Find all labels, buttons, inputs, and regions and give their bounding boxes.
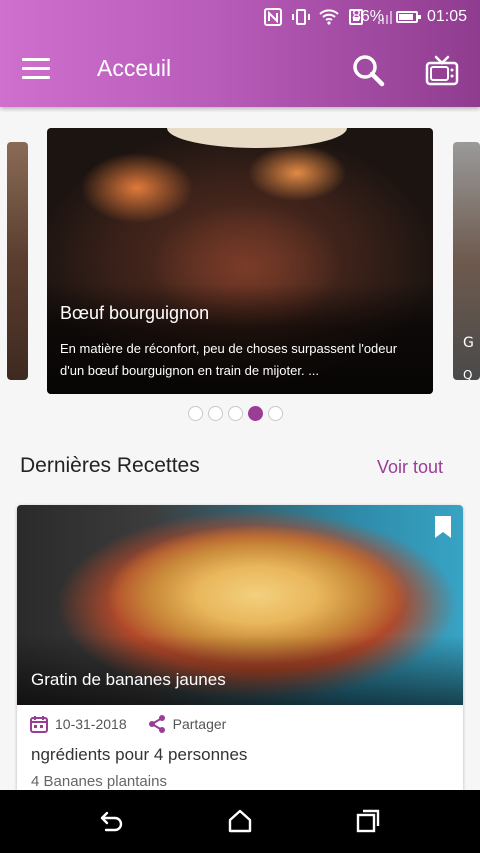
back-icon[interactable]	[98, 807, 126, 835]
nfc-icon	[263, 8, 283, 26]
clock: 01:05	[427, 8, 468, 25]
recipe-ingredient-line: 4 Bananes plantains	[31, 773, 167, 790]
status-bar: 86% 01:05	[0, 0, 480, 34]
search-icon[interactable]	[350, 52, 386, 88]
carousel-indicator	[188, 406, 283, 421]
battery-percent: 86%	[352, 8, 385, 25]
recipe-date: 10-31-2018	[55, 716, 127, 732]
battery-icon	[396, 11, 421, 23]
carousel-dot-active[interactable]	[248, 406, 263, 421]
recents-icon[interactable]	[354, 807, 382, 835]
section-title: Dernières Recettes	[20, 454, 200, 477]
featured-carousel[interactable]: Bœuf bourguignon En matière de réconfort…	[0, 107, 480, 437]
carousel-slide[interactable]: Bœuf bourguignon En matière de réconfort…	[47, 128, 433, 394]
carousel-dot[interactable]	[188, 406, 203, 421]
home-icon[interactable]	[226, 807, 254, 835]
bookmark-icon[interactable]	[433, 515, 453, 539]
share-label: Partager	[172, 716, 227, 732]
recipe-meta: 10-31-2018 Partager	[29, 714, 226, 734]
carousel-dot[interactable]	[228, 406, 243, 421]
tv-icon[interactable]	[424, 52, 460, 88]
slide-description: En matière de réconfort, peu de choses s…	[60, 341, 398, 378]
vibrate-icon	[291, 8, 311, 26]
share-icon	[147, 714, 167, 734]
plate-image	[167, 128, 347, 148]
share-button[interactable]: Partager	[147, 714, 227, 734]
carousel-prev-slide[interactable]	[7, 142, 28, 380]
carousel-dot[interactable]	[208, 406, 223, 421]
app-bar: Acceuil	[0, 34, 480, 107]
next-slide-title: G	[463, 335, 474, 351]
slide-title: Bœuf bourguignon	[60, 303, 210, 323]
recipe-card[interactable]: Gratin de bananes jaunes 10-31-2018 Part…	[17, 505, 463, 795]
calendar-icon	[29, 714, 49, 734]
system-nav-bar	[0, 790, 480, 853]
next-slide-description: Q	[463, 368, 473, 380]
see-all-link[interactable]: Voir tout	[377, 457, 443, 478]
recipe-subtitle: ngrédients pour 4 personnes	[31, 745, 248, 764]
recipe-title: Gratin de bananes jaunes	[31, 670, 226, 689]
header: 86% 01:05 Acceuil	[0, 0, 480, 107]
recipe-image[interactable]: Gratin de bananes jaunes	[17, 505, 463, 705]
page-title: Acceuil	[97, 55, 172, 81]
menu-icon[interactable]	[22, 58, 50, 80]
carousel-dot[interactable]	[268, 406, 283, 421]
carousel-next-slide[interactable]: G Q	[453, 142, 480, 380]
wifi-icon	[319, 8, 339, 26]
